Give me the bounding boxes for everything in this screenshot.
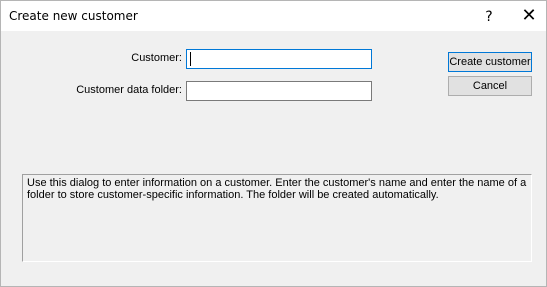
create-customer-button[interactable]: Create customer [448, 52, 532, 72]
customer-data-folder-label: Customer data folder: [76, 84, 182, 96]
customer-data-folder-input[interactable] [186, 81, 372, 101]
window-title: Create new customer [9, 9, 138, 23]
help-icon[interactable]: ? [475, 6, 503, 28]
cancel-button[interactable]: Cancel [448, 76, 532, 96]
title-bar[interactable]: Create new customer ? ✕ [1, 1, 546, 31]
close-icon[interactable]: ✕ [515, 4, 543, 28]
customer-input[interactable] [186, 49, 372, 69]
text-caret [190, 52, 191, 66]
info-text: Use this dialog to enter information on … [27, 177, 527, 201]
customer-label: Customer: [131, 52, 182, 64]
